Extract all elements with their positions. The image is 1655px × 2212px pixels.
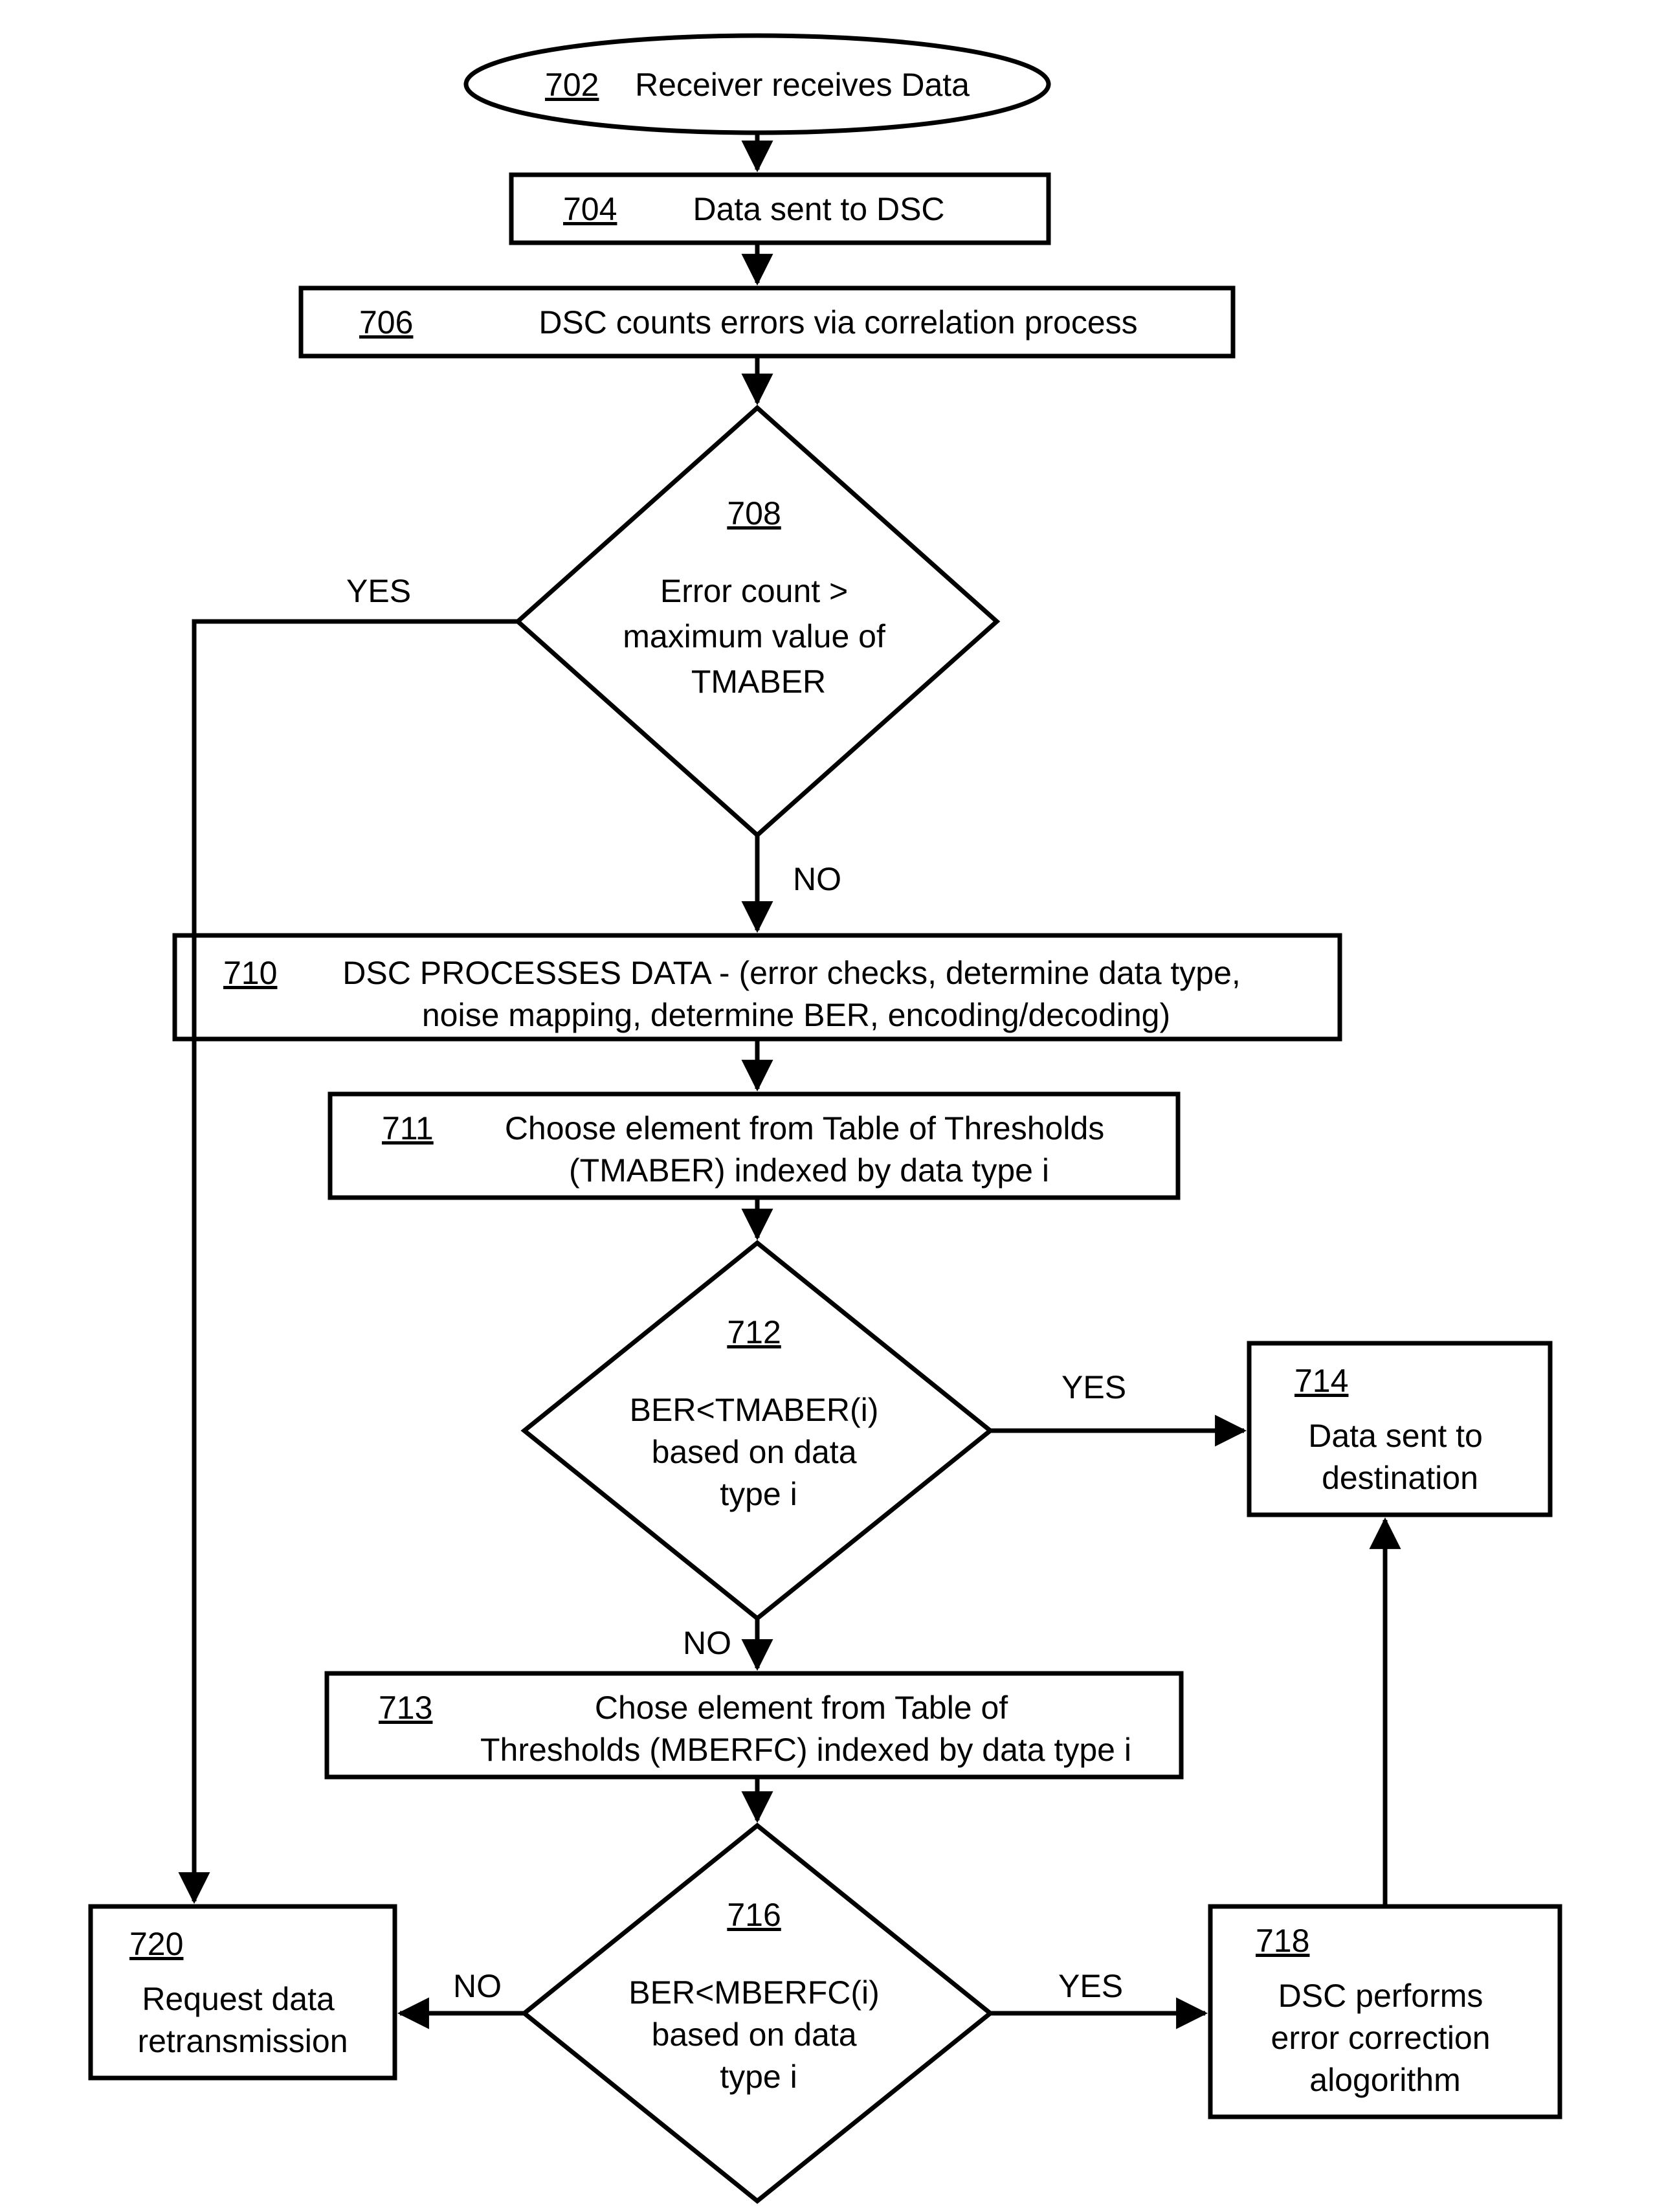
flowchart: 702 Receiver receives Data 704 Data sent… [0, 0, 1655, 2212]
node-712-decision [524, 1243, 990, 1618]
edge-708-no-label: NO [793, 861, 841, 897]
node-704-label: 704 Data sent to DSC [563, 191, 945, 227]
edge-712-no-label: NO [683, 1625, 731, 1661]
edge-712-yes-label: YES [1061, 1369, 1126, 1405]
edge-716-yes-label: YES [1058, 1968, 1123, 2004]
edge-716-no-label: NO [453, 1968, 502, 2004]
node-702-label: 702 Receiver receives Data [545, 67, 970, 103]
edge-708-yes-label: YES [346, 573, 411, 609]
node-716-decision [524, 1826, 990, 2201]
